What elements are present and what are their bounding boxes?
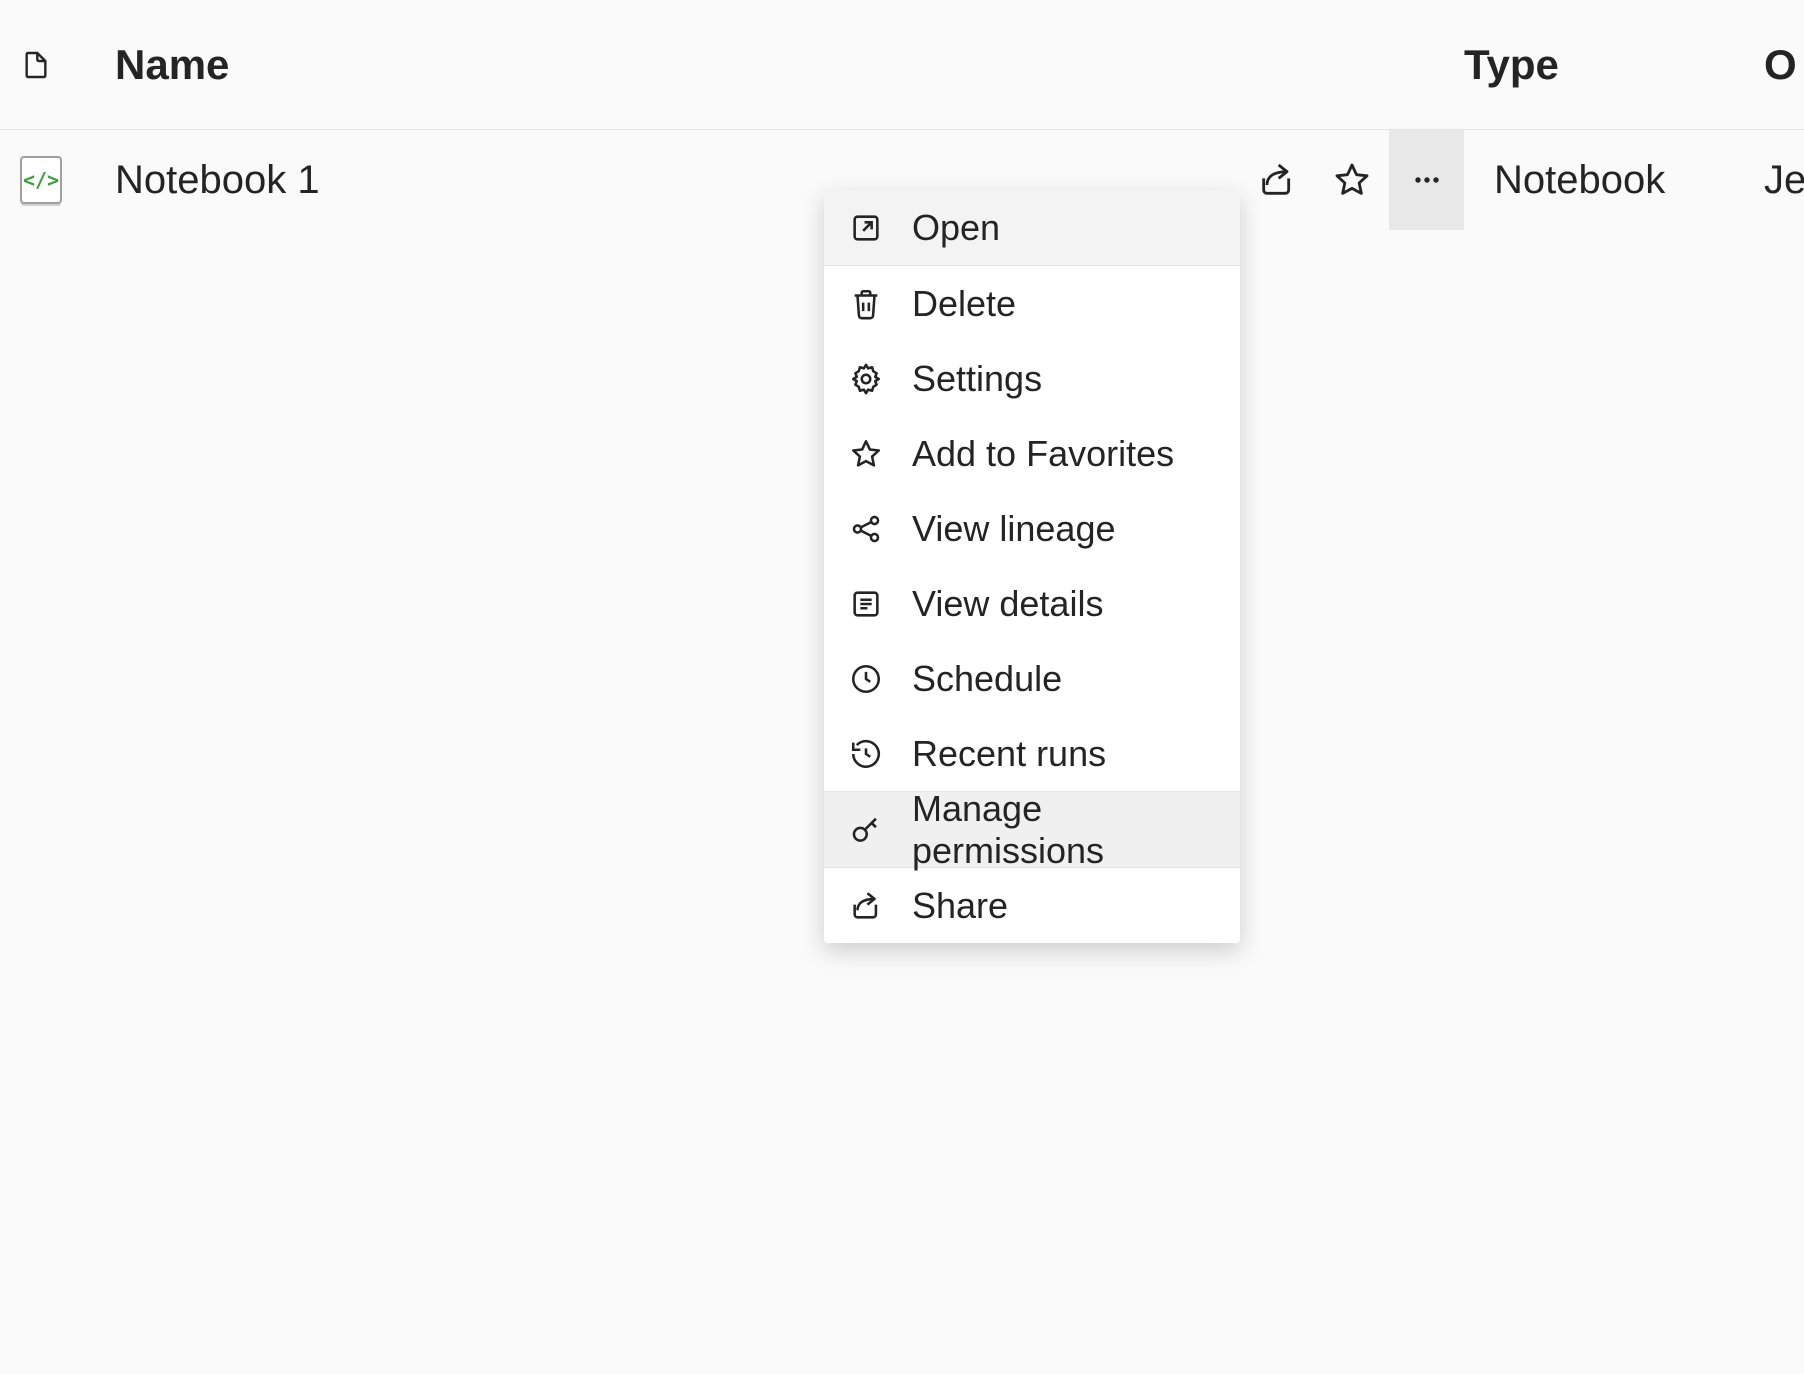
notebook-icon: </> xyxy=(20,156,62,204)
header-name[interactable]: Name xyxy=(115,41,1464,89)
clock-icon xyxy=(848,661,884,697)
share-icon xyxy=(848,888,884,924)
history-icon xyxy=(848,736,884,772)
row-type: Notebook xyxy=(1464,158,1764,203)
trash-icon xyxy=(848,286,884,322)
menu-recent-runs[interactable]: Recent runs xyxy=(824,716,1240,791)
menu-view-lineage[interactable]: View lineage xyxy=(824,491,1240,566)
star-icon xyxy=(848,436,884,472)
menu-manage-permissions[interactable]: Manage permissions xyxy=(824,792,1240,867)
menu-settings-label: Settings xyxy=(912,358,1042,400)
key-icon xyxy=(848,812,884,848)
row-owner: Jer xyxy=(1764,158,1804,203)
open-icon xyxy=(848,210,884,246)
share-icon xyxy=(1257,160,1297,200)
menu-settings[interactable]: Settings xyxy=(824,341,1240,416)
header-owner[interactable]: O xyxy=(1764,41,1804,89)
context-menu: Open Delete Settings Add to F xyxy=(824,190,1240,943)
menu-add-favorites[interactable]: Add to Favorites xyxy=(824,416,1240,491)
menu-share[interactable]: Share xyxy=(824,868,1240,943)
header-type[interactable]: Type xyxy=(1464,41,1764,89)
star-icon xyxy=(1332,160,1372,200)
favorite-button[interactable] xyxy=(1314,130,1389,230)
details-icon xyxy=(848,586,884,622)
menu-view-lineage-label: View lineage xyxy=(912,508,1115,550)
menu-recent-runs-label: Recent runs xyxy=(912,733,1106,775)
menu-share-label: Share xyxy=(912,885,1008,927)
lineage-icon xyxy=(848,511,884,547)
menu-delete[interactable]: Delete xyxy=(824,266,1240,341)
ellipsis-icon xyxy=(1409,162,1445,198)
menu-manage-permissions-label: Manage permissions xyxy=(912,788,1216,872)
gear-icon xyxy=(848,361,884,397)
menu-open[interactable]: Open xyxy=(824,190,1240,265)
file-icon xyxy=(20,49,52,81)
menu-view-details[interactable]: View details xyxy=(824,566,1240,641)
menu-open-label: Open xyxy=(912,207,1000,249)
menu-schedule[interactable]: Schedule xyxy=(824,641,1240,716)
more-options-button[interactable] xyxy=(1389,130,1464,230)
row-icon-col: </> xyxy=(20,156,115,204)
row-actions xyxy=(1239,130,1464,230)
row-name-text: Notebook 1 xyxy=(115,158,320,203)
menu-schedule-label: Schedule xyxy=(912,658,1062,700)
menu-view-details-label: View details xyxy=(912,583,1103,625)
share-button[interactable] xyxy=(1239,130,1314,230)
menu-delete-label: Delete xyxy=(912,283,1016,325)
header-icon-col xyxy=(20,49,115,81)
table-header-row: Name Type O xyxy=(0,0,1804,130)
menu-add-favorites-label: Add to Favorites xyxy=(912,433,1174,475)
